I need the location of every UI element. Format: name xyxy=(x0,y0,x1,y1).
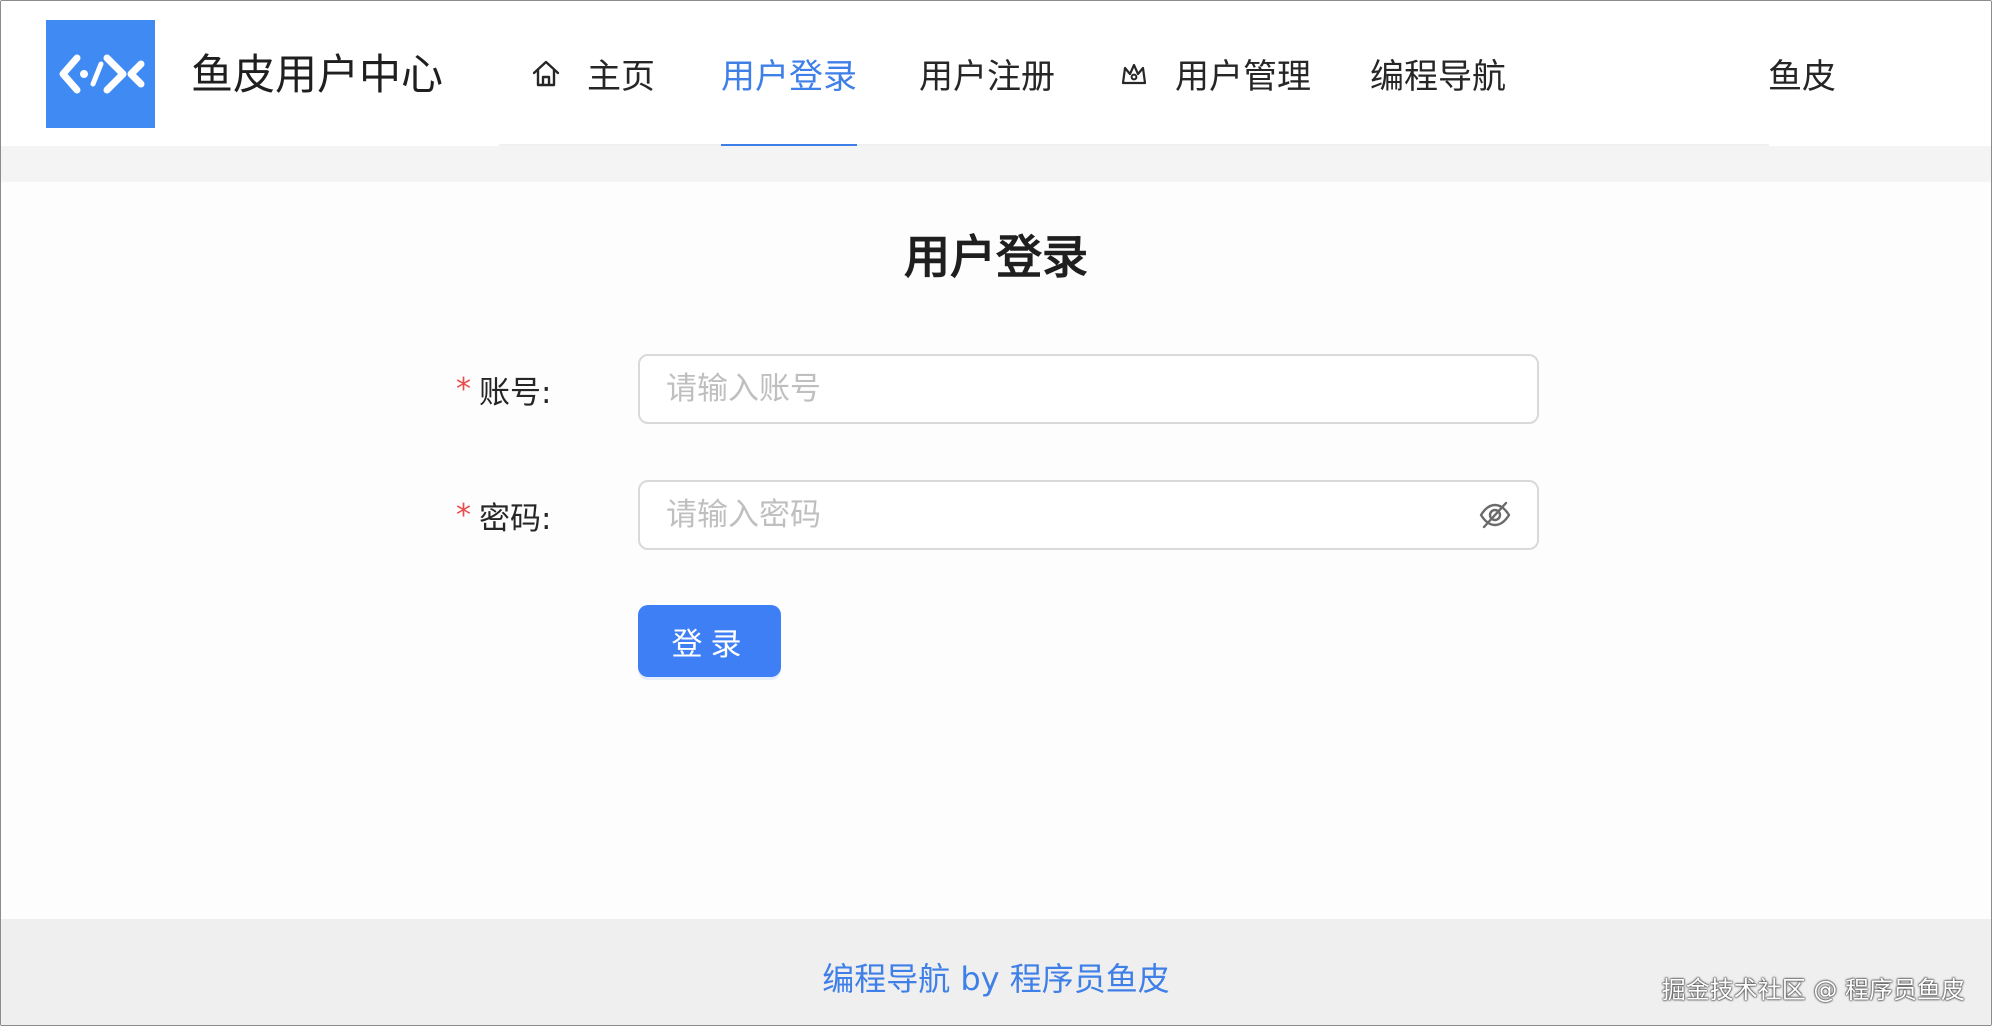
nav-item-home[interactable]: 主页 xyxy=(529,1,655,146)
nav-item-admin[interactable]: 用户管理 xyxy=(1117,1,1311,146)
nav-item-login[interactable]: 用户登录 xyxy=(721,1,857,148)
nav-label-coding-nav: 编程导航 xyxy=(1370,57,1506,97)
nav-label-login: 用户登录 xyxy=(721,57,857,97)
home-icon xyxy=(529,58,563,90)
page-title: 用户登录 xyxy=(904,230,1088,284)
top-nav: 主页 用户登录 用户注册 用户管理 编程导航 xyxy=(499,1,1769,148)
password-label: * 密码: xyxy=(456,480,551,550)
password-label-text: 密码: xyxy=(479,500,552,537)
required-mark: * xyxy=(456,371,471,407)
account-label: * 账号: xyxy=(456,354,551,424)
site-title: 鱼皮用户中心 xyxy=(191,50,444,99)
header-divider-band xyxy=(1,146,1991,182)
code-fish-logo-icon xyxy=(59,54,144,94)
watermark: 掘金技术社区 @ 程序员鱼皮 xyxy=(1661,976,1965,1004)
app-window: 鱼皮用户中心 主页 用户登录 用户注册 用户管理 编程导航 鱼皮 用户登录 * … xyxy=(0,0,1992,1026)
logo[interactable] xyxy=(46,20,155,128)
login-page: 用户登录 * 账号: * 密码: 登录 xyxy=(1,182,1991,919)
account-input[interactable] xyxy=(638,354,1539,424)
user-menu[interactable]: 鱼皮 xyxy=(1768,1,1836,146)
nav-label-home: 主页 xyxy=(587,57,655,97)
footer: 编程导航 by 程序员鱼皮 掘金技术社区 @ 程序员鱼皮 xyxy=(1,919,1991,1025)
nav-label-admin: 用户管理 xyxy=(1175,57,1311,97)
nav-item-coding-nav[interactable]: 编程导航 xyxy=(1370,1,1506,146)
password-input[interactable] xyxy=(638,480,1539,550)
header: 鱼皮用户中心 主页 用户登录 用户注册 用户管理 编程导航 鱼皮 xyxy=(1,1,1991,148)
nav-label-register: 用户注册 xyxy=(919,57,1055,97)
nav-item-register[interactable]: 用户注册 xyxy=(919,1,1055,146)
account-label-text: 账号: xyxy=(479,374,552,411)
login-button[interactable]: 登录 xyxy=(638,605,781,677)
eye-invisible-icon[interactable] xyxy=(1475,495,1515,535)
crown-icon xyxy=(1117,59,1151,89)
required-mark: * xyxy=(456,497,471,533)
